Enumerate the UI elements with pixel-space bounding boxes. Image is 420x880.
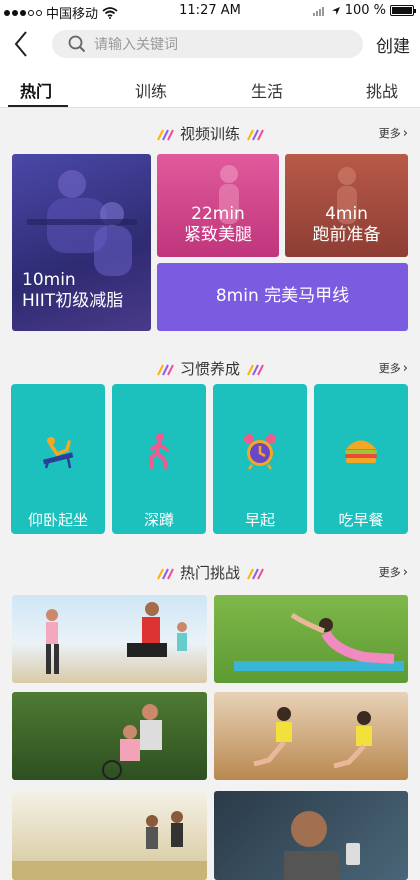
location-arrow-icon [331,6,340,15]
chevron-right-icon: › [402,126,408,141]
search-icon [68,35,86,53]
chevron-right-icon: › [402,361,408,376]
video-tile-hiit[interactable]: 10min HIIT初级减脂 [12,154,151,331]
habit-tile-breakfast[interactable]: 吃早餐 [314,384,408,534]
video-tile-warmup-title: 4min 跑前准备 [285,204,408,246]
squat-icon [148,433,169,469]
section-header-challenge: 热门挑战 更多 › [0,558,420,584]
slash-decoration-icon [157,129,174,140]
yoga-stretch-photo-icon [234,612,404,671]
situp-icon [42,437,74,469]
challenge-photo-situp-class[interactable] [214,692,408,780]
tab-challenge[interactable]: 挑战 [366,78,398,102]
video-tile-legs-duration: 22min [191,204,245,224]
alarm-clock-icon [244,434,276,470]
section-title-video: 视频训练 [179,125,240,143]
section-title-challenge: 热门挑战 [179,564,240,582]
more-link-habit[interactable]: 更多 › [379,360,408,376]
habit-tile-squat[interactable]: 深蹲 [112,384,206,534]
nav-bar: 请输入关键词 创建 [0,22,420,66]
video-tile-warmup[interactable]: 4min 跑前准备 [285,154,408,257]
challenge-photo-yoga-stretch[interactable] [214,595,408,683]
habit-tile-early-rise[interactable]: 早起 [213,384,307,534]
video-tile-abs[interactable]: 8min 完美马甲线 [157,263,408,331]
more-label: 更多 [378,127,401,140]
section-title-challenge-wrap: 热门挑战 [0,562,420,583]
section-title-habit: 习惯养成 [179,360,240,378]
challenge-photo-cycling[interactable] [12,692,207,780]
challenge-photo-running[interactable] [12,791,207,880]
battery-icon [390,5,416,16]
video-tile-hiit-title: 10min HIIT初级减脂 [12,270,151,312]
section-header-video: 视频训练 更多 › [0,119,420,145]
video-tile-hiit-name: HIIT初级减脂 [22,291,124,311]
slash-decoration-icon [157,364,174,375]
section-title-habit-wrap: 习惯养成 [0,358,420,379]
status-bar: 中国移动 11:27 AM 100 % [0,0,420,22]
more-link-video[interactable]: 更多 › [379,125,408,141]
tab-hot[interactable]: 热门 [20,78,52,102]
slash-decoration-icon [247,568,264,579]
search-placeholder: 请输入关键词 [94,37,178,53]
slash-decoration-icon [247,129,264,140]
more-link-challenge[interactable]: 更多 › [379,564,408,580]
video-tile-legs[interactable]: 22min 紧致美腿 [157,154,279,257]
search-input[interactable]: 请输入关键词 [52,30,363,58]
video-tile-warmup-duration: 4min [325,204,368,224]
runners-photo-icon [12,811,207,880]
habit-label-breakfast: 吃早餐 [338,511,384,529]
challenge-photo-gym-phone[interactable] [214,791,408,880]
video-tile-hiit-duration: 10min [22,270,76,290]
create-button[interactable]: 创建 [376,32,410,57]
video-tile-legs-title: 22min 紧致美腿 [157,204,279,246]
habit-tile-situp[interactable]: 仰卧起坐 [11,384,105,534]
situp-class-photo-icon [253,707,372,769]
habit-label-early-rise: 早起 [244,511,275,529]
cellular-bars-icon [312,6,324,16]
status-right: 100 % [312,3,416,18]
battery-percent: 100 % [344,3,386,18]
more-label: 更多 [378,362,401,375]
more-label: 更多 [378,566,401,579]
challenge-photo-beach-fitness[interactable] [12,595,207,683]
habit-label-situp: 仰卧起坐 [27,511,88,529]
video-tile-warmup-name: 跑前准备 [312,225,381,245]
cyclists-photo-icon [102,704,162,780]
slash-decoration-icon [157,568,174,579]
back-chevron-icon[interactable] [8,28,36,60]
tab-training[interactable]: 训练 [135,78,167,102]
battery-fill [392,7,412,14]
video-tile-legs-name: 紧致美腿 [184,225,252,245]
active-tab-indicator [8,105,68,107]
group-exercise-photo-icon [46,602,187,674]
burger-icon [345,440,377,463]
section-title-video-wrap: 视频训练 [0,123,420,144]
chevron-right-icon: › [402,565,408,580]
habit-label-squat: 深蹲 [143,511,174,529]
slash-decoration-icon [247,364,264,375]
section-header-habit: 习惯养成 更多 › [0,354,420,380]
video-tile-abs-title: 8min 完美马甲线 [215,286,350,306]
tab-bar: 热门 训练 生活 挑战 [0,66,420,108]
tab-life[interactable]: 生活 [251,78,283,102]
man-with-phone-photo-icon [284,811,360,880]
